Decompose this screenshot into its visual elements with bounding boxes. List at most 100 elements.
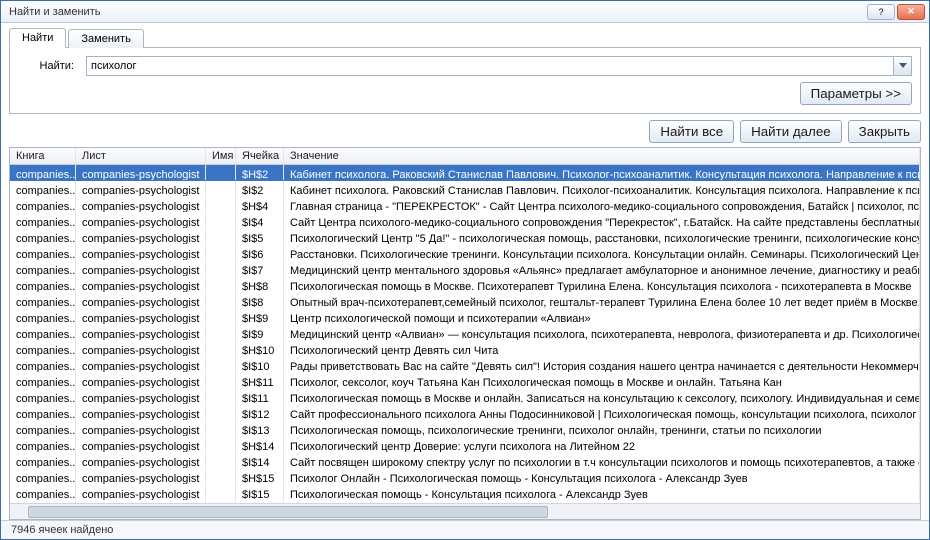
cell-name (206, 389, 236, 404)
col-header-value[interactable]: Значение (284, 148, 920, 164)
cell-sheet: companies-psychologist (76, 373, 206, 388)
tab-replace[interactable]: Заменить (68, 29, 143, 48)
chevron-down-icon (899, 63, 907, 69)
table-row[interactable]: companies...companies-psychologist$I$8Оп… (10, 293, 920, 309)
find-dropdown-button[interactable] (893, 57, 911, 75)
table-row[interactable]: companies...companies-psychologist$I$2Ка… (10, 181, 920, 197)
cell-name (206, 325, 236, 340)
table-row[interactable]: companies...companies-psychologist $I$12С… (10, 405, 920, 421)
cell-book: companies... (10, 405, 76, 420)
cell-name (206, 213, 236, 228)
cell-value: Психологический центр Доверие: услуги пс… (284, 437, 920, 452)
cell-sheet: companies-psychologist (76, 309, 206, 324)
table-row[interactable]: companies...companies-psychologist$H$4Гл… (10, 197, 920, 213)
table-row[interactable]: companies...companies-psychologist$H$8Пс… (10, 277, 920, 293)
cell-value: Психологическая помощь в Москве. Психоте… (284, 277, 920, 292)
cell-name (206, 181, 236, 196)
cell-sheet: companies-psychologist (76, 213, 206, 228)
cell-cell: $I$2 (236, 181, 284, 196)
cell-cell: $I$10 (236, 357, 284, 372)
find-combo[interactable] (86, 56, 912, 76)
cell-cell: $I$11 (236, 389, 284, 404)
find-row: Найти: (18, 56, 912, 76)
cell-value: Психологическая помощь, психологические … (284, 421, 920, 436)
dialog-find-replace: Найти и заменить ? ✕ Найти Заменить Найт… (0, 0, 930, 540)
cell-cell: $H$9 (236, 309, 284, 324)
cell-name (206, 421, 236, 436)
cell-book: companies... (10, 245, 76, 260)
titlebar: Найти и заменить ? ✕ (1, 1, 929, 23)
cell-book: companies... (10, 229, 76, 244)
cell-book: companies... (10, 373, 76, 388)
cell-value: Медицинский центр ментального здоровья «… (284, 261, 920, 276)
col-header-name[interactable]: Имя (206, 148, 236, 164)
cell-sheet: companies-psychologist (76, 341, 206, 356)
cell-name (206, 469, 236, 484)
cell-value: Сайт посвящен широкому спектру услуг по … (284, 453, 920, 468)
table-row[interactable]: companies...companies-psychologist$I$5Пс… (10, 229, 920, 245)
cell-sheet: companies-psychologist (76, 437, 206, 452)
col-header-book[interactable]: Книга (10, 148, 76, 164)
cell-sheet: companies-psychologist (76, 405, 206, 420)
cell-value: Опытный врач-психотерапевт,семейный псих… (284, 293, 920, 308)
grid-body[interactable]: companies...companies-psychologist$H$2Ка… (10, 165, 920, 503)
cell-cell: $H$15 (236, 469, 284, 484)
cell-book: companies... (10, 293, 76, 308)
table-row[interactable]: companies...companies-psychologist$H$15П… (10, 469, 920, 485)
table-row[interactable]: companies...companies-psychologist$I$15П… (10, 485, 920, 501)
window-title: Найти и заменить (5, 6, 865, 18)
cell-cell: $H$4 (236, 197, 284, 212)
find-panel: Найти: Параметры >> (9, 47, 921, 114)
cell-value: Кабинет психолога. Раковский Станислав П… (284, 165, 920, 180)
window-close-button[interactable]: ✕ (897, 4, 925, 20)
cell-cell: $I$6 (236, 245, 284, 260)
close-button[interactable]: Закрыть (848, 120, 921, 143)
table-row[interactable]: companies...companies-psychologist$I$10Р… (10, 357, 920, 373)
find-all-button[interactable]: Найти все (649, 120, 734, 143)
horizontal-scrollbar[interactable] (10, 503, 920, 519)
cell-name (206, 165, 236, 180)
cell-cell: $H$8 (236, 277, 284, 292)
scrollbar-thumb[interactable] (28, 506, 548, 518)
table-row[interactable]: companies...companies-psychologist$H$11П… (10, 373, 920, 389)
cell-name (206, 341, 236, 356)
cell-value: Центр психологической помощи и психотера… (284, 309, 920, 324)
cell-cell: $I$15 (236, 485, 284, 500)
table-row[interactable]: companies...companies-psychologist$I$4Са… (10, 213, 920, 229)
table-row[interactable]: companies...companies-psychologist$I$14С… (10, 453, 920, 469)
table-row[interactable]: companies...companies-psychologist$I$13П… (10, 421, 920, 437)
cell-sheet: companies-psychologist (76, 485, 206, 500)
col-header-sheet[interactable]: Лист (76, 148, 206, 164)
cell-name (206, 293, 236, 308)
cell-book: companies... (10, 197, 76, 212)
cell-sheet: companies-psychologist (76, 181, 206, 196)
cell-name (206, 357, 236, 372)
table-row[interactable]: companies...companies-psychologist $H$9Це… (10, 309, 920, 325)
table-row[interactable]: companies...companies-psychologist$I$7Ме… (10, 261, 920, 277)
cell-cell: $I$14 (236, 453, 284, 468)
table-row[interactable]: companies...companies-psychologist$H$14П… (10, 437, 920, 453)
table-row[interactable]: companies...companies-psychologist$H$2Ка… (10, 165, 920, 181)
cell-value: Расстановки. Психологические тренинги. К… (284, 245, 920, 260)
cell-sheet: companies-psychologist (76, 325, 206, 340)
cell-cell: $I$12 (236, 405, 284, 420)
cell-book: companies... (10, 325, 76, 340)
table-row[interactable]: companies...companies-psychologist$I$11П… (10, 389, 920, 405)
cell-book: companies... (10, 453, 76, 468)
cell-value: Психолог Онлайн - Психологическая помощь… (284, 469, 920, 484)
cell-value: Рады приветствовать Вас на сайте "Девять… (284, 357, 920, 372)
table-row[interactable]: companies...companies-psychologist$H$10П… (10, 341, 920, 357)
find-input[interactable] (87, 57, 893, 75)
table-row[interactable]: companies...companies-psychologist$I$9Ме… (10, 325, 920, 341)
cell-book: companies... (10, 389, 76, 404)
find-next-button[interactable]: Найти далее (740, 120, 842, 143)
table-row[interactable]: companies...companies-psychologist$I$6Ра… (10, 245, 920, 261)
cell-sheet: companies-psychologist (76, 293, 206, 308)
help-button[interactable]: ? (867, 4, 895, 20)
tab-find[interactable]: Найти (9, 28, 66, 48)
cell-cell: $I$5 (236, 229, 284, 244)
cell-value: Сайт профессионального психолога Анны По… (284, 405, 920, 420)
options-button[interactable]: Параметры >> (800, 82, 912, 105)
col-header-cell[interactable]: Ячейка (236, 148, 284, 164)
cell-book: companies... (10, 309, 76, 324)
